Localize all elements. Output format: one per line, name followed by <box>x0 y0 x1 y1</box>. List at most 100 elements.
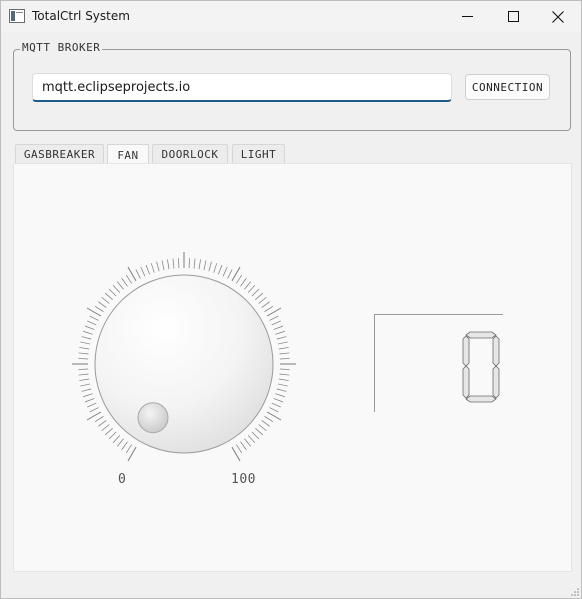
dial-minor-tick <box>104 427 113 436</box>
dial-minor-tick <box>247 435 256 444</box>
broker-address-input[interactable] <box>32 73 452 102</box>
dial-minor-tick <box>261 420 270 427</box>
dial-minor-tick <box>235 274 243 284</box>
dial-major-tick <box>86 411 102 421</box>
dial-minor-tick <box>98 420 107 427</box>
dial-minor-tick <box>255 292 264 301</box>
dial-min-label: 0 <box>118 472 127 487</box>
dial-minor-tick <box>271 402 281 408</box>
dial-minor-tick <box>273 398 284 403</box>
dial-minor-tick <box>278 347 289 350</box>
dial-minor-tick <box>244 281 251 290</box>
dial-max-label: 100 <box>231 472 256 487</box>
dial-minor-tick <box>84 325 95 330</box>
dial-minor-tick <box>78 358 89 360</box>
dial-minor-tick <box>89 407 99 413</box>
resize-grip-icon[interactable] <box>571 588 579 596</box>
dial-minor-tick <box>83 393 93 398</box>
dial-minor-tick <box>150 263 155 273</box>
dial-minor-tick <box>276 336 287 340</box>
dial-minor-tick <box>121 278 128 287</box>
dial-minor-tick <box>108 431 117 440</box>
fan-speed-dial[interactable] <box>61 236 309 476</box>
dial-major-tick <box>86 307 102 317</box>
dial-minor-tick <box>276 388 287 392</box>
dial-minor-tick <box>264 415 274 423</box>
dial-minor-tick <box>275 393 285 398</box>
dial-minor-tick <box>203 260 207 271</box>
dial-minor-tick <box>161 260 165 271</box>
dial-minor-tick <box>172 258 175 269</box>
dial-minor-tick <box>83 330 93 335</box>
tab-doorlock[interactable]: DOORLOCK <box>152 144 228 164</box>
dial-minor-tick <box>104 292 113 301</box>
maximize-button[interactable] <box>490 1 536 32</box>
dial-minor-tick <box>218 264 223 275</box>
dial-minor-tick <box>240 278 247 287</box>
dial-minor-tick <box>277 383 288 387</box>
dial-minor-tick <box>167 259 170 270</box>
dial-knob[interactable] <box>94 274 274 454</box>
dial-minor-tick <box>121 441 128 450</box>
dial-minor-tick <box>227 269 233 279</box>
tab-light[interactable]: LIGHT <box>232 144 285 164</box>
dial-major-tick <box>266 411 282 421</box>
dial-minor-tick <box>213 263 218 273</box>
dial-minor-tick <box>251 288 260 297</box>
dial-minor-tick <box>178 258 180 269</box>
dial-minor-tick <box>94 415 104 423</box>
minimize-icon <box>461 16 473 17</box>
mqtt-broker-title: MQTT BROKER <box>20 41 103 55</box>
app-icon <box>9 9 25 23</box>
close-button[interactable] <box>535 1 581 32</box>
dial-minor-tick <box>251 431 260 440</box>
dial-minor-tick <box>87 402 97 408</box>
close-icon <box>552 10 564 23</box>
dial-minor-tick <box>279 373 290 376</box>
dial-minor-tick <box>101 424 110 431</box>
dial-minor-tick <box>222 267 228 277</box>
window-title: TotalCtrl System <box>32 9 130 23</box>
dial-minor-tick <box>279 352 290 355</box>
dial-minor-tick <box>261 301 270 308</box>
dial-major-tick <box>266 307 282 317</box>
dial-major-tick <box>231 266 241 282</box>
tab-fan[interactable]: FAN <box>107 144 149 165</box>
dial-minor-tick <box>108 288 117 297</box>
dial-minor-tick <box>84 398 95 403</box>
dial-minor-tick <box>125 444 133 454</box>
dial-minor-tick <box>275 330 285 335</box>
dial-minor-tick <box>277 341 288 345</box>
dial-minor-tick <box>94 305 104 313</box>
dial-minor-tick <box>112 435 121 444</box>
minimize-button[interactable] <box>444 1 490 32</box>
dial-minor-tick <box>80 383 91 387</box>
dial-minor-tick <box>244 438 251 447</box>
dial-minor-tick <box>278 378 289 381</box>
dial-minor-tick <box>135 269 141 279</box>
dial-minor-tick <box>269 407 279 413</box>
dial-minor-tick <box>78 373 89 376</box>
dial-minor-tick <box>255 427 264 436</box>
dial-minor-tick <box>258 297 267 304</box>
connection-button[interactable]: CONNECTION <box>465 74 550 100</box>
dial-minor-tick <box>193 258 196 269</box>
dial-minor-tick <box>79 347 90 350</box>
dial-minor-tick <box>140 267 146 277</box>
dial-minor-tick <box>117 281 124 290</box>
dial-minor-tick <box>271 320 281 326</box>
dial-minor-tick <box>264 305 274 313</box>
dial-minor-tick <box>101 297 110 304</box>
dial-handle[interactable] <box>137 402 169 434</box>
dial-minor-tick <box>117 438 124 447</box>
dial-minor-tick <box>112 284 121 293</box>
lcd-digit <box>462 331 500 403</box>
dial-minor-tick <box>81 336 92 340</box>
dial-minor-tick <box>247 284 256 293</box>
title-bar[interactable]: TotalCtrl System <box>1 1 581 32</box>
tab-gasbreaker[interactable]: GASBREAKER <box>15 144 104 164</box>
dial-major-tick <box>127 446 137 462</box>
dial-minor-tick <box>125 274 133 284</box>
dial-minor-tick <box>156 261 160 272</box>
dial-minor-tick <box>235 444 243 454</box>
